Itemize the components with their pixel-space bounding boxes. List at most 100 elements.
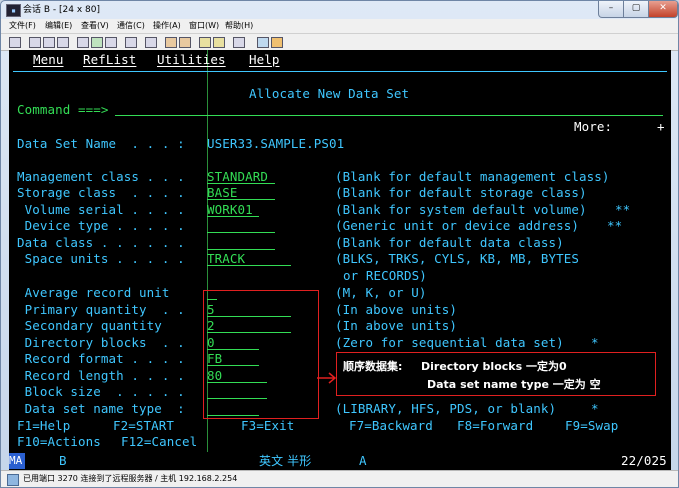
send-icon[interactable]	[77, 37, 89, 48]
menu-bar: 文件(F) 编辑(E) 查看(V) 通信(C) 操作(A) 窗口(W) 帮助(H…	[1, 19, 678, 34]
transfer-down-icon[interactable]	[179, 37, 191, 48]
menu-help[interactable]: 帮助(H)	[225, 20, 253, 32]
pfkey-f1[interactable]: F1=Help	[17, 418, 70, 434]
menu-communication[interactable]: 通信(C)	[117, 20, 145, 32]
menu-view[interactable]: 查看(V)	[81, 20, 109, 32]
annotation-title: 顺序数据集:	[343, 360, 403, 373]
window-title: 会话 B - [24 x 80]	[23, 5, 100, 15]
close-button[interactable]: ✕	[648, 1, 678, 18]
print-icon[interactable]	[9, 37, 21, 48]
pfkey-f9[interactable]: F9=Swap	[565, 418, 618, 434]
field-marker: *	[591, 401, 599, 416]
actionbar-menu[interactable]: Menu	[33, 52, 64, 68]
field-desc: (In above units)	[335, 302, 458, 317]
field-marker: **	[607, 218, 623, 233]
status-bar: 已用端口 3270 连接到了远程服务器 / 主机 192.168.2.254	[1, 470, 678, 487]
operator-info-area: MA B 英文 半形 A 22/025	[9, 452, 671, 470]
terminal-app-icon: ▪	[6, 4, 21, 17]
pfkey-f10[interactable]: F10=Actions	[17, 434, 101, 450]
pfkey-f2[interactable]: F2=START	[113, 418, 174, 434]
field-marker: **	[615, 202, 631, 217]
field-label: Storage class . . . .	[17, 185, 185, 200]
cut-icon[interactable]	[57, 37, 69, 48]
macro-record-icon[interactable]	[199, 37, 211, 48]
field-label: Data class . . . . . .	[17, 235, 185, 250]
more-label: More:	[574, 119, 613, 134]
field-label: Record format . . . .	[17, 351, 185, 366]
maximize-button[interactable]: ▢	[623, 1, 649, 18]
paste-icon[interactable]	[43, 37, 55, 48]
oia-input-mode: A	[359, 453, 367, 468]
minimize-button[interactable]: –	[598, 1, 624, 18]
pfkey-f3[interactable]: F3=Exit	[241, 418, 294, 434]
receive-icon[interactable]	[91, 37, 103, 48]
field-label: Block size . . . . .	[17, 384, 185, 399]
terminal-screen[interactable]: Menu RefList Utilities Help Allocate New…	[9, 50, 671, 452]
title-bar[interactable]: ▪ 会话 B - [24 x 80] – ▢ ✕	[1, 1, 678, 19]
menu-file[interactable]: 文件(F)	[9, 20, 36, 32]
menu-actions[interactable]: 操作(A)	[153, 20, 181, 32]
annotation-highlight-box	[203, 290, 319, 419]
annotation-callout: 顺序数据集: Directory blocks 一定为0 Data set na…	[336, 352, 656, 396]
pfkey-f8[interactable]: F8=Forward	[457, 418, 533, 434]
field-underline	[207, 232, 275, 233]
field-label: Management class . . .	[17, 169, 185, 184]
terminal-window: ▪ 会话 B - [24 x 80] – ▢ ✕ 文件(F) 编辑(E) 查看(…	[0, 0, 679, 488]
status-text: 已用端口 3270 连接到了远程服务器 / 主机 192.168.2.254	[23, 474, 238, 483]
field-desc: (Zero for sequential data set)	[335, 335, 564, 350]
menu-edit[interactable]: 编辑(E)	[45, 20, 72, 32]
oia-mode: MA	[9, 453, 25, 469]
chart-icon[interactable]	[145, 37, 157, 48]
field-label: Data set name type :	[17, 401, 185, 416]
toolbar	[1, 34, 678, 51]
actionbar-reflist[interactable]: RefList	[83, 52, 136, 68]
dsname-value: USER33.SAMPLE.PS01	[207, 136, 345, 151]
annotation-line2: Data set name type 一定为 空	[427, 378, 601, 391]
field-underline	[207, 183, 275, 184]
actionbar-separator	[13, 71, 667, 72]
globe-icon[interactable]	[257, 37, 269, 48]
menu-window[interactable]: 窗口(W)	[189, 20, 219, 32]
dsname-label: Data Set Name . . . :	[17, 136, 185, 151]
field-label: Primary quantity . .	[17, 302, 185, 317]
field-label: Space units . . . . .	[17, 251, 185, 266]
more-indicator: +	[657, 119, 665, 134]
field-desc: (In above units)	[335, 318, 458, 333]
field-desc: (M, K, or U)	[335, 285, 427, 300]
oia-cursor-position: 22/025	[621, 453, 667, 468]
oia-session: B	[59, 453, 67, 468]
field-label: Directory blocks . .	[17, 335, 185, 350]
pfkey-f12[interactable]: F12=Cancel	[121, 434, 197, 450]
connection-icon	[7, 474, 19, 486]
help-icon[interactable]	[271, 37, 283, 48]
copy-icon[interactable]	[29, 37, 41, 48]
field-label: Device type . . . . .	[17, 218, 185, 233]
field-underline	[207, 199, 275, 200]
macro-play-icon[interactable]	[213, 37, 225, 48]
command-label: Command ===>	[17, 102, 109, 117]
keyboard-icon[interactable]	[125, 37, 137, 48]
annotation-line1: Directory blocks 一定为0	[421, 360, 567, 373]
settings-icon[interactable]	[233, 37, 245, 48]
actionbar-utilities[interactable]: Utilities	[157, 52, 226, 68]
field-label: Average record unit	[17, 285, 170, 300]
field-label: Secondary quantity	[17, 318, 162, 333]
oia-ime: 英文 半形	[259, 454, 312, 468]
field-label: Record length . . . .	[17, 368, 185, 383]
field-underline	[207, 216, 259, 217]
field-underline	[207, 249, 275, 250]
field-marker: *	[591, 335, 599, 350]
transfer-up-icon[interactable]	[165, 37, 177, 48]
pfkey-f7[interactable]: F7=Backward	[349, 418, 433, 434]
field-desc: (Generic unit or device address)	[335, 218, 580, 233]
panel-title: Allocate New Data Set	[249, 86, 410, 101]
field-desc: (LIBRARY, HFS, PDS, or blank)	[335, 401, 557, 416]
field-desc: (Blank for system default volume)	[335, 202, 587, 217]
field-desc: (Blank for default data class)	[335, 235, 564, 250]
annotation-arrow	[317, 372, 337, 384]
command-input[interactable]	[115, 115, 663, 116]
display-icon[interactable]	[105, 37, 117, 48]
field-label: Volume serial . . . .	[17, 202, 185, 217]
field-desc: (BLKS, TRKS, CYLS, KB, MB, BYTES	[335, 251, 580, 266]
actionbar-help[interactable]: Help	[249, 52, 280, 68]
